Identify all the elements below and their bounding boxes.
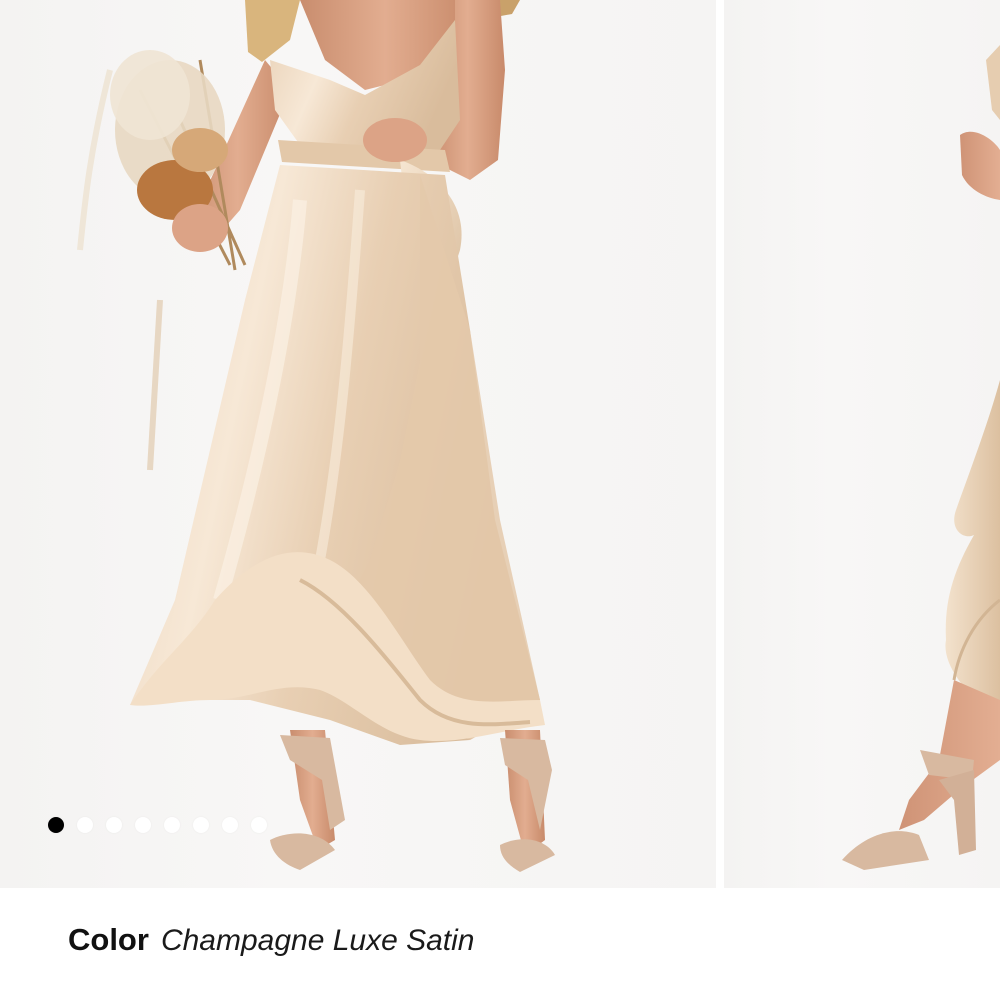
pagination-dot-8[interactable] [251,817,267,833]
pagination-dot-4[interactable] [135,817,151,833]
pagination-dot-5[interactable] [164,817,180,833]
product-image-gallery[interactable] [0,0,1000,888]
product-photo-dress [77,0,555,872]
color-value: Champagne Luxe Satin [160,924,475,957]
product-image-next-peek[interactable] [724,0,1000,888]
pagination-dot-7[interactable] [222,817,238,833]
color-selection-row: Color Champagne Luxe Satin [68,922,475,958]
pagination-dot-2[interactable] [77,817,93,833]
pagination-dot-3[interactable] [106,817,122,833]
color-label: Color [68,922,149,957]
pagination-dot-1[interactable] [48,817,64,833]
pagination-dot-6[interactable] [193,817,209,833]
product-photo-dress-alt [842,45,1000,870]
gallery-pagination-dots [48,815,267,835]
product-image-main[interactable] [0,0,716,888]
